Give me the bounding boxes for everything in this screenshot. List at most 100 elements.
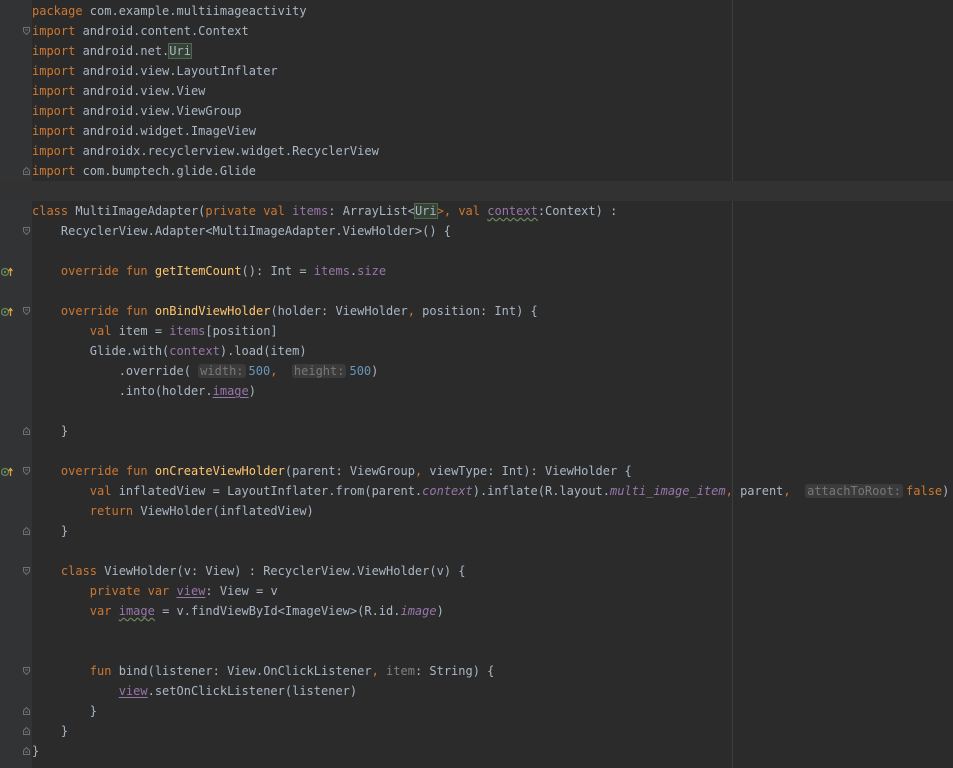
line-text: var image = v.findViewById<ImageView>(R.… xyxy=(32,601,444,621)
line-text: override fun onCreateViewHolder(parent: … xyxy=(32,461,632,481)
identifier: : ArrayList< xyxy=(328,204,415,218)
override-marker-icon[interactable] xyxy=(0,466,13,477)
property-warning[interactable]: context xyxy=(487,204,538,218)
fold-close-icon[interactable] xyxy=(23,527,30,535)
line-text: } xyxy=(32,721,68,741)
identifier: android.view.LayoutInflater xyxy=(75,64,278,78)
highlighted-identifier[interactable]: Uri xyxy=(413,203,438,219)
fold-close-icon[interactable] xyxy=(23,727,30,735)
override-marker-icon[interactable] xyxy=(0,306,13,317)
code-line-26[interactable]: return ViewHolder(inflatedView) xyxy=(0,501,953,521)
keyword: import xyxy=(32,84,76,98)
fold-close-icon[interactable] xyxy=(23,167,30,175)
fold-open-icon[interactable] xyxy=(23,227,30,235)
property: context xyxy=(169,344,220,358)
fold-open-icon[interactable] xyxy=(23,27,30,35)
code-line-9[interactable]: import com.bumptech.glide.Glide xyxy=(0,161,953,181)
code-line-1[interactable]: package com.example.multiimageactivity xyxy=(0,1,953,21)
code-line-31[interactable]: var image = v.findViewById<ImageView>(R.… xyxy=(0,601,953,621)
keyword: return xyxy=(89,504,134,518)
property: size xyxy=(357,264,387,278)
identifier: com.bumptech.glide.Glide xyxy=(75,164,256,178)
punctuation: , xyxy=(371,664,387,678)
code-line-11[interactable]: class MultiImageAdapter(private val item… xyxy=(0,201,953,221)
fold-close-icon[interactable] xyxy=(23,747,30,755)
code-line-24[interactable]: override fun onCreateViewHolder(parent: … xyxy=(0,461,953,481)
code-line-10-current[interactable] xyxy=(0,181,953,201)
code-line-14[interactable]: override fun getItemCount(): Int = items… xyxy=(0,261,953,281)
line-text: import android.content.Context xyxy=(32,21,249,41)
identifier: : View = v xyxy=(205,584,278,598)
line-text: import android.view.LayoutInflater xyxy=(32,61,278,81)
identifier: .override( xyxy=(32,364,199,378)
fold-open-icon[interactable] xyxy=(23,307,30,315)
code-line-20[interactable]: .into(holder.image) xyxy=(0,381,953,401)
line-text: val item = items[position] xyxy=(32,321,278,341)
identifier: bind(listener: View.OnClickListener xyxy=(111,664,372,678)
code-line-25[interactable]: val inflatedView = LayoutInflater.from(p… xyxy=(0,481,953,501)
code-line-6[interactable]: import android.view.ViewGroup xyxy=(0,101,953,121)
code-line-27[interactable]: } xyxy=(0,521,953,541)
line-text: class ViewHolder(v: View) : RecyclerView… xyxy=(32,561,466,581)
line-text: package com.example.multiimageactivity xyxy=(32,1,307,21)
code-area[interactable]: package com.example.multiimageactivity i… xyxy=(0,0,953,768)
line-text: return ViewHolder(inflatedView) xyxy=(32,501,314,521)
function-name[interactable]: onBindViewHolder xyxy=(155,304,271,318)
line-text: import androidx.recyclerview.widget.Recy… xyxy=(32,141,379,161)
code-line-4[interactable]: import android.view.LayoutInflater xyxy=(0,61,953,81)
code-line-17[interactable]: val item = items[position] xyxy=(0,321,953,341)
identifier: = v.findViewById<ImageView>(R.id. xyxy=(154,604,401,618)
line-text: import android.view.ViewGroup xyxy=(32,101,242,121)
code-line-18[interactable]: Glide.with(context).load(item) xyxy=(0,341,953,361)
property-warning[interactable]: image xyxy=(119,604,155,618)
code-line-37[interactable]: } xyxy=(0,721,953,741)
fold-open-icon[interactable] xyxy=(23,567,30,575)
property: items xyxy=(292,204,329,218)
code-line-5[interactable]: import android.view.View xyxy=(0,81,953,101)
identifier: viewType: Int): ViewHolder { xyxy=(429,464,632,478)
code-line-12[interactable]: RecyclerView.Adapter<MultiImageAdapter.V… xyxy=(0,221,953,241)
identifier: ) xyxy=(436,604,444,618)
property-link[interactable]: image xyxy=(213,384,249,398)
fold-close-icon[interactable] xyxy=(23,707,30,715)
identifier: ViewHolder(v: View) : RecyclerView.ViewH… xyxy=(97,564,466,578)
function-name[interactable]: onCreateViewHolder xyxy=(155,464,285,478)
code-line-30[interactable]: private var view: View = v xyxy=(0,581,953,601)
line-text: } xyxy=(32,701,97,721)
line-text: import android.net.Uri xyxy=(32,41,192,61)
property-link[interactable]: view xyxy=(119,684,148,698)
fold-open-icon[interactable] xyxy=(23,667,30,675)
override-marker-icon[interactable] xyxy=(0,266,13,277)
code-line-36[interactable]: } xyxy=(0,701,953,721)
code-line-7[interactable]: import android.widget.ImageView xyxy=(0,121,953,141)
identifier: :Context) : xyxy=(537,204,618,218)
code-line-34[interactable]: fun bind(listener: View.OnClickListener,… xyxy=(0,661,953,681)
code-line-35[interactable]: view.setOnClickListener(listener) xyxy=(0,681,953,701)
fold-close-icon[interactable] xyxy=(23,427,30,435)
code-line-29[interactable]: class ViewHolder(v: View) : RecyclerView… xyxy=(0,561,953,581)
resource-id: image xyxy=(400,604,437,618)
punctuation: , xyxy=(407,304,423,318)
keyword: class xyxy=(60,564,98,578)
code-editor[interactable]: package com.example.multiimageactivity i… xyxy=(0,0,953,768)
parameter-hint: attachToRoot: xyxy=(805,484,904,498)
code-line-16[interactable]: override fun onBindViewHolder(holder: Vi… xyxy=(0,301,953,321)
code-line-2[interactable]: import android.content.Context xyxy=(0,21,953,41)
function-name[interactable]: getItemCount xyxy=(155,264,242,278)
identifier: android.view.ViewGroup xyxy=(75,104,242,118)
code-line-38[interactable]: } xyxy=(0,741,953,761)
keyword: class xyxy=(32,204,69,218)
line-text: RecyclerView.Adapter<MultiImageAdapter.V… xyxy=(32,221,451,241)
code-line-8[interactable]: import androidx.recyclerview.widget.Recy… xyxy=(0,141,953,161)
fold-open-icon[interactable] xyxy=(23,467,30,475)
code-line-19[interactable]: .override( width: 500, height: 500) xyxy=(0,361,953,381)
identifier: (): Int = xyxy=(241,264,314,278)
identifier: Glide.with( xyxy=(32,344,170,358)
parameter-hint: width: xyxy=(198,364,246,378)
highlighted-identifier[interactable]: Uri xyxy=(168,43,192,59)
code-line-22[interactable]: } xyxy=(0,421,953,441)
code-line-3[interactable]: import android.net.Uri xyxy=(0,41,953,61)
